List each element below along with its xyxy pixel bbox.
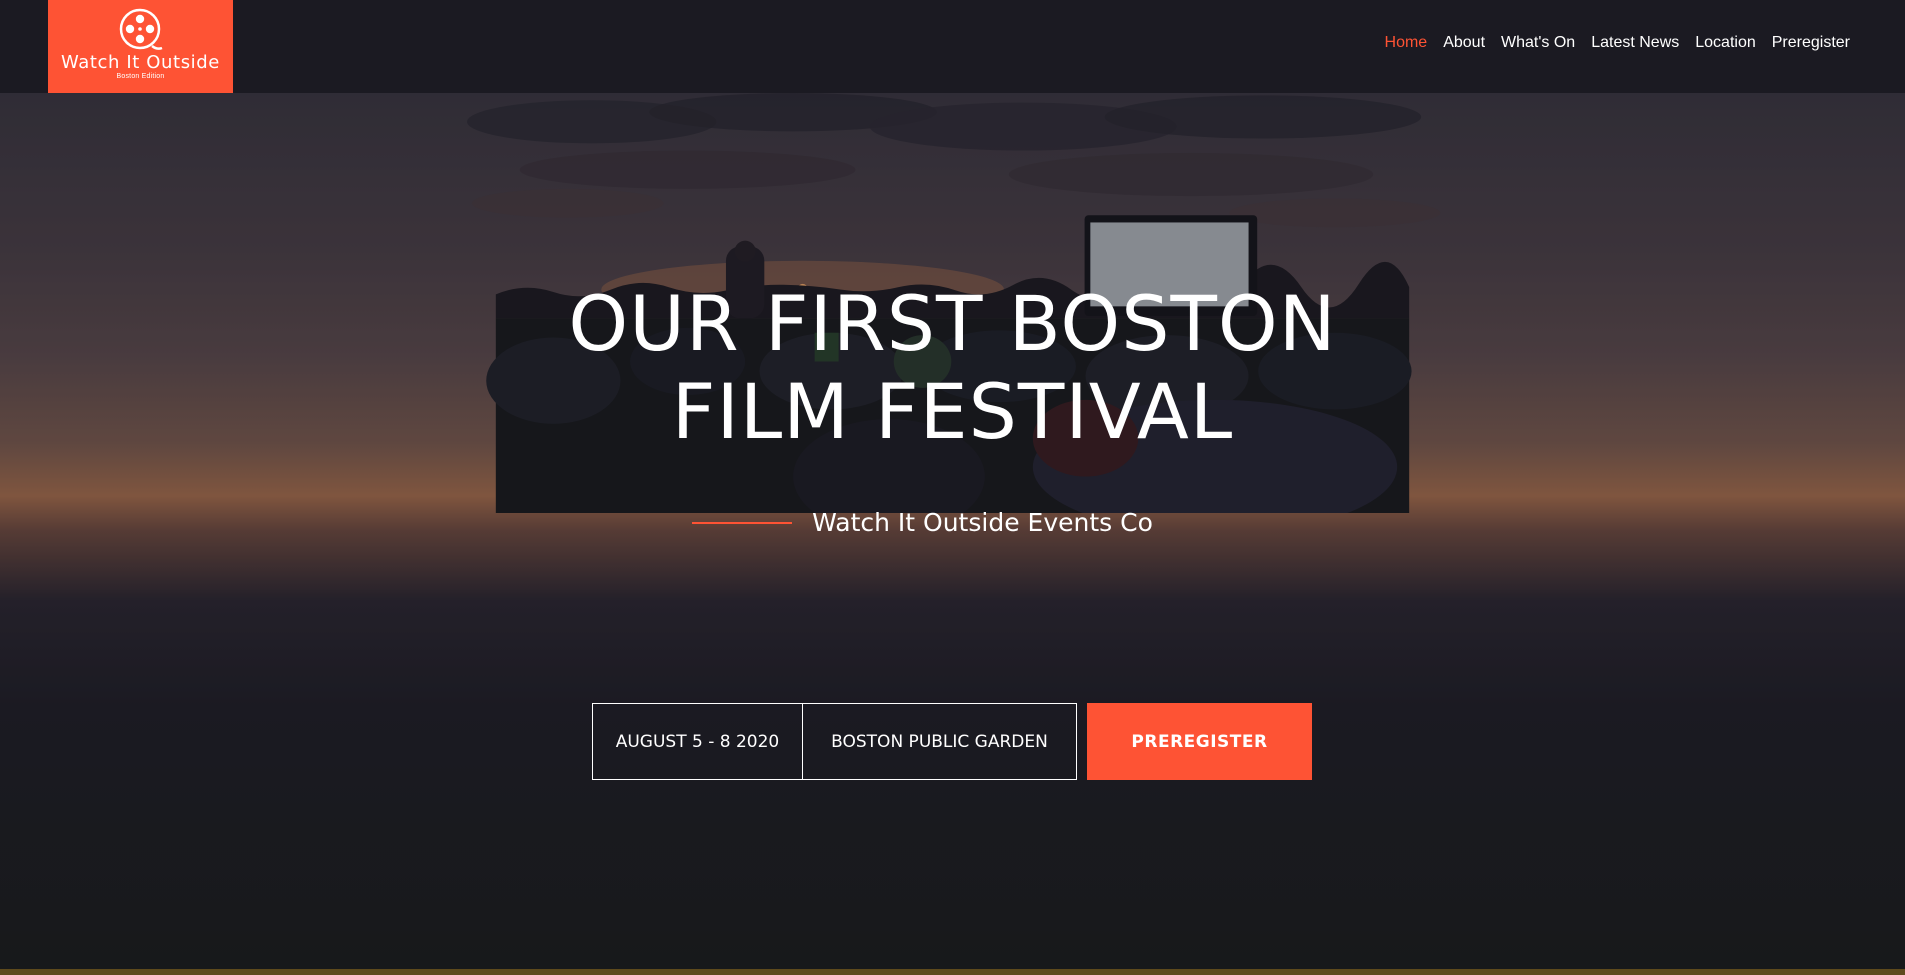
hero-title: OUR FIRST BOSTON FILM FESTIVAL bbox=[0, 280, 1905, 456]
hero-bottom-edge bbox=[0, 969, 1905, 975]
event-date: AUGUST 5 - 8 2020 bbox=[592, 703, 803, 780]
subtitle-divider bbox=[692, 521, 793, 524]
nav-preregister[interactable]: Preregister bbox=[1772, 34, 1850, 52]
preregister-button[interactable]: PREREGISTER bbox=[1087, 703, 1312, 780]
site-header: Watch It Outside Boston Edition Home Abo… bbox=[0, 0, 1905, 93]
nav-latest-news[interactable]: Latest News bbox=[1591, 34, 1679, 52]
hero-title-line-1: OUR FIRST BOSTON bbox=[568, 279, 1337, 368]
nav-location[interactable]: Location bbox=[1695, 34, 1756, 52]
hero-subtitle: Watch It Outside Events Co bbox=[812, 508, 1153, 537]
event-info-row: AUGUST 5 - 8 2020 BOSTON PUBLIC GARDEN P… bbox=[592, 703, 1312, 780]
nav-home[interactable]: Home bbox=[1385, 34, 1428, 52]
hero-subtitle-row: Watch It Outside Events Co bbox=[0, 508, 1905, 537]
event-location: BOSTON PUBLIC GARDEN bbox=[803, 703, 1077, 780]
nav-whats-on[interactable]: What's On bbox=[1501, 34, 1575, 52]
logo-edition: Boston Edition bbox=[116, 73, 165, 80]
film-reel-icon bbox=[119, 8, 163, 50]
logo-title: Watch It Outside bbox=[61, 52, 220, 73]
nav-about[interactable]: About bbox=[1443, 34, 1485, 52]
logo[interactable]: Watch It Outside Boston Edition bbox=[48, 0, 233, 93]
main-nav: Home About What's On Latest News Locatio… bbox=[1369, 34, 1850, 52]
hero-title-line-2: FILM FESTIVAL bbox=[671, 367, 1234, 456]
page: Watch It Outside Boston Edition Home Abo… bbox=[0, 0, 1905, 975]
